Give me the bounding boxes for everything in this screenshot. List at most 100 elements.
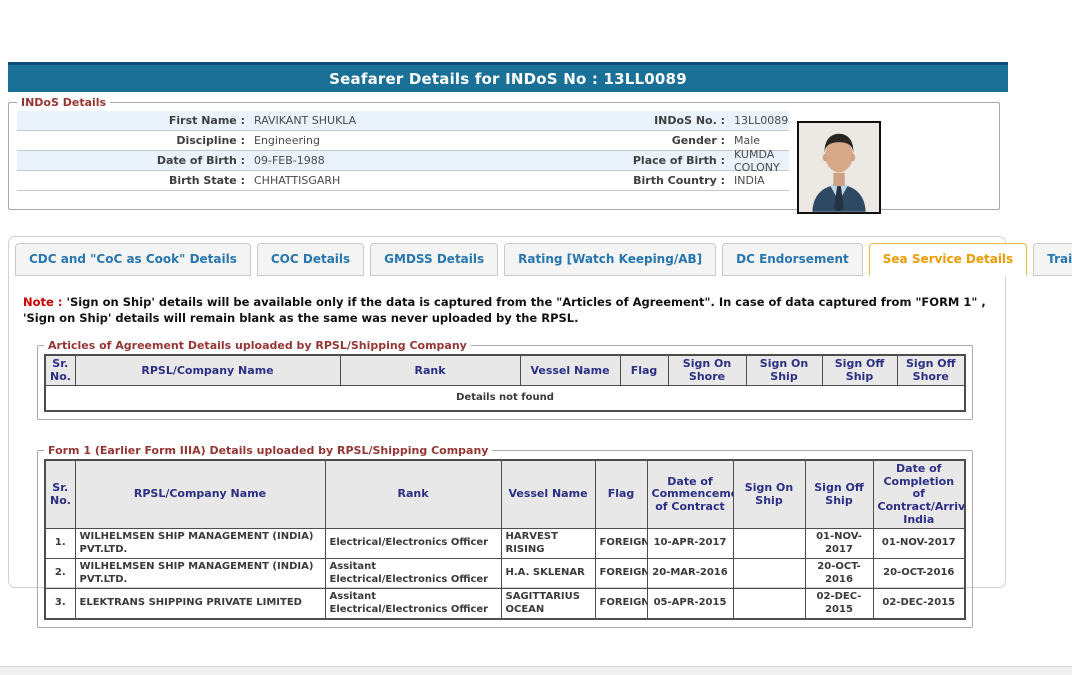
details-not-found-message: Details not found	[45, 386, 965, 411]
table-cell-sign-on-ship	[733, 589, 805, 620]
table-cell-vessel-name: HARVEST RISING	[501, 529, 595, 559]
table-cell-date-of-commencement-of-contract: 10-APR-2017	[647, 529, 733, 559]
column-header-rpsl-company-name: RPSL/Company Name	[75, 355, 340, 386]
column-header-date-of-completion-of-contract-arriving-india: Date of Completion of Contract/Arriving …	[873, 460, 965, 529]
column-header-sign-off-ship: Sign Off Ship	[805, 460, 873, 529]
column-header-vessel-name: Vessel Name	[520, 355, 620, 386]
field-label-date-of-birth: Date of Birth :	[17, 154, 245, 167]
column-header-flag: Flag	[620, 355, 668, 386]
tab-training-details[interactable]: Training Details	[1033, 243, 1072, 276]
articles-fieldset: Articles of Agreement Details uploaded b…	[37, 339, 973, 420]
column-header-sign-on-ship: Sign On Ship	[733, 460, 805, 529]
column-header-sign-off-ship: Sign Off Ship	[822, 355, 897, 386]
table-row: 1.WILHELMSEN SHIP MANAGEMENT (INDIA) PVT…	[45, 529, 965, 559]
field-label-indos-no: INDoS No. :	[565, 114, 725, 127]
table-cell-rpsl-company-name: ELEKTRANS SHIPPING PRIVATE LIMITED	[75, 589, 325, 620]
table-cell-flag: FOREIGN	[595, 589, 647, 620]
indos-details-fieldset: INDoS Details First Name :RAVIKANT SHUKL…	[8, 96, 1000, 210]
tab-rating-watch-keeping-ab[interactable]: Rating [Watch Keeping/AB]	[504, 243, 716, 276]
table-cell-sign-on-ship	[733, 559, 805, 589]
tab-gmdss-details[interactable]: GMDSS Details	[370, 243, 498, 276]
empty-row: Details not found	[45, 386, 965, 411]
page-title: Seafarer Details for INDoS No : 13LL0089	[329, 70, 687, 88]
table-cell-rpsl-company-name: WILHELMSEN SHIP MANAGEMENT (INDIA) PVT.L…	[75, 559, 325, 589]
form1-fieldset: Form 1 (Earlier Form IIIA) Details uploa…	[37, 444, 973, 628]
form1-table-body: 1.WILHELMSEN SHIP MANAGEMENT (INDIA) PVT…	[45, 529, 965, 620]
articles-legend: Articles of Agreement Details uploaded b…	[44, 339, 471, 352]
table-cell-vessel-name: SAGITTARIUS OCEAN	[501, 589, 595, 620]
field-value-india: INDIA	[725, 174, 789, 187]
field-label-birth-country: Birth Country :	[565, 174, 725, 187]
table-cell-sign-off-ship: 02-DEC-2015	[805, 589, 873, 620]
table-cell-date-of-completion-of-contract-arriving-india: 02-DEC-2015	[873, 589, 965, 620]
column-header-rpsl-company-name: RPSL/Company Name	[75, 460, 325, 529]
detail-row-discipline: Discipline :EngineeringGender :Male	[17, 131, 789, 151]
field-value-13ll0089: 13LL0089	[725, 114, 789, 127]
field-label-birth-state: Birth State :	[17, 174, 245, 187]
column-header-flag: Flag	[595, 460, 647, 529]
table-cell-date-of-commencement-of-contract: 20-MAR-2016	[647, 559, 733, 589]
articles-table-body: Details not found	[45, 386, 965, 411]
table-cell-sign-on-ship	[733, 529, 805, 559]
note-text: Note : 'Sign on Ship' details will be av…	[23, 294, 991, 326]
column-header-sr-no: Sr. No.	[45, 460, 75, 529]
field-value-male: Male	[725, 134, 789, 147]
title-bar: Seafarer Details for INDoS No : 13LL0089	[8, 62, 1008, 92]
form1-legend: Form 1 (Earlier Form IIIA) Details uploa…	[44, 444, 492, 457]
table-row: 3.ELEKTRANS SHIPPING PRIVATE LIMITEDAssi…	[45, 589, 965, 620]
footer-bar	[0, 666, 1072, 675]
table-cell-flag: FOREIGN	[595, 529, 647, 559]
field-value-chhattisgarh: CHHATTISGARH	[245, 174, 565, 187]
field-label-discipline: Discipline :	[17, 134, 245, 147]
table-cell-rank: Assitant Electrical/Electronics Officer	[325, 589, 501, 620]
column-header-sign-on-shore: Sign On Shore	[668, 355, 746, 386]
detail-row-first-name: First Name :RAVIKANT SHUKLAINDoS No. :13…	[17, 111, 789, 131]
table-row: 2.WILHELMSEN SHIP MANAGEMENT (INDIA) PVT…	[45, 559, 965, 589]
tab-panel: CDC and "CoC as Cook" DetailsCOC Details…	[8, 236, 1006, 588]
indos-detail-rows: First Name :RAVIKANT SHUKLAINDoS No. :13…	[17, 111, 789, 191]
tab-cdc-and-coc-as-cook-details[interactable]: CDC and "CoC as Cook" Details	[15, 243, 251, 276]
tab-coc-details[interactable]: COC Details	[257, 243, 364, 276]
indos-details-legend: INDoS Details	[17, 96, 110, 109]
table-cell-date-of-completion-of-contract-arriving-india: 01-NOV-2017	[873, 529, 965, 559]
seafarer-photo-image	[799, 123, 879, 212]
column-header-date-of-commencement-of-contract: Date of Commencement of Contract	[647, 460, 733, 529]
field-value-09-feb-1988: 09-FEB-1988	[245, 154, 565, 167]
column-header-vessel-name: Vessel Name	[501, 460, 595, 529]
field-label-gender: Gender :	[565, 134, 725, 147]
field-label-place-of-birth: Place of Birth :	[565, 154, 725, 167]
detail-row-date-of-birth: Date of Birth :09-FEB-1988Place of Birth…	[17, 151, 789, 171]
articles-table-head: Sr. No.RPSL/Company NameRankVessel NameF…	[45, 355, 965, 386]
table-header-row: Sr. No.RPSL/Company NameRankVessel NameF…	[45, 460, 965, 529]
table-header-row: Sr. No.RPSL/Company NameRankVessel NameF…	[45, 355, 965, 386]
tab-sea-service-details[interactable]: Sea Service Details	[869, 243, 1027, 276]
table-cell-rank: Electrical/Electronics Officer	[325, 529, 501, 559]
form1-table: Sr. No.RPSL/Company NameRankVessel NameF…	[44, 459, 966, 620]
seafarer-photo	[797, 121, 881, 214]
table-cell-sign-off-ship: 20-OCT-2016	[805, 559, 873, 589]
note-body: 'Sign on Ship' details will be available…	[23, 295, 986, 325]
column-header-rank: Rank	[325, 460, 501, 529]
table-cell-date-of-commencement-of-contract: 05-APR-2015	[647, 589, 733, 620]
form1-table-head: Sr. No.RPSL/Company NameRankVessel NameF…	[45, 460, 965, 529]
table-cell-sr-no: 1.	[45, 529, 75, 559]
table-cell-rank: Assitant Electrical/Electronics Officer	[325, 559, 501, 589]
column-header-sign-on-ship: Sign On Ship	[746, 355, 822, 386]
table-cell-rpsl-company-name: WILHELMSEN SHIP MANAGEMENT (INDIA) PVT.L…	[75, 529, 325, 559]
field-label-first-name: First Name :	[17, 114, 245, 127]
table-cell-sr-no: 2.	[45, 559, 75, 589]
table-cell-sr-no: 3.	[45, 589, 75, 620]
column-header-rank: Rank	[340, 355, 520, 386]
field-value-ravikant-shukla: RAVIKANT SHUKLA	[245, 114, 565, 127]
tab-dc-endorsement[interactable]: DC Endorsement	[722, 243, 863, 276]
table-cell-vessel-name: H.A. SKLENAR	[501, 559, 595, 589]
column-header-sr-no: Sr. No.	[45, 355, 75, 386]
field-value-engineering: Engineering	[245, 134, 565, 147]
table-cell-date-of-completion-of-contract-arriving-india: 20-OCT-2016	[873, 559, 965, 589]
field-value-kumda-colony: KUMDA COLONY	[725, 148, 789, 174]
note-prefix: Note :	[23, 295, 62, 309]
detail-row-birth-state: Birth State :CHHATTISGARHBirth Country :…	[17, 171, 789, 191]
tab-bar: CDC and "CoC as Cook" DetailsCOC Details…	[15, 243, 999, 276]
table-cell-flag: FOREIGN	[595, 559, 647, 589]
column-header-sign-off-shore: Sign Off Shore	[897, 355, 965, 386]
